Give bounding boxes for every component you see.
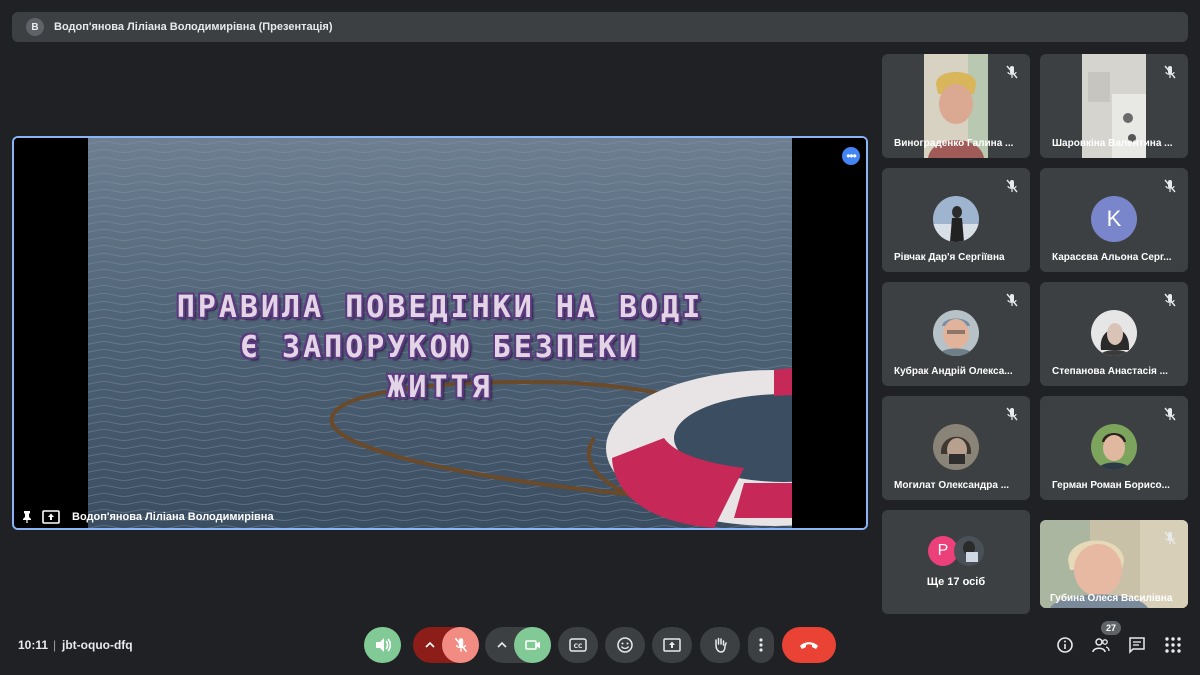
presentation-bar: В Водоп'янова Ліліана Володимирівна (Пре… (12, 12, 1188, 42)
participant-avatar (1091, 424, 1137, 470)
mic-off-icon (454, 637, 467, 653)
participant-tile[interactable]: Герман Роман Борисо... (1040, 396, 1188, 500)
participant-tile[interactable]: Шаровкіна Валентина ... (1040, 54, 1188, 158)
more-vertical-icon (759, 638, 763, 652)
avatar-letter: K (1106, 206, 1122, 231)
self-tile[interactable]: Губина Олеся Василівна (1040, 520, 1188, 608)
participant-name: Винограденко Галина ... (894, 138, 1014, 149)
end-call-button[interactable] (782, 627, 836, 663)
slide-line-3: ЖИТТЯ (387, 370, 493, 405)
meeting-code: jbt-oquo-dfq (62, 638, 133, 652)
chevron-up-icon[interactable] (425, 640, 435, 650)
participant-avatar (933, 424, 979, 470)
mic-group (413, 627, 479, 663)
mic-off-icon (1164, 65, 1176, 79)
raise-hand-button[interactable] (700, 627, 740, 663)
presenter-avatar: В (26, 18, 44, 36)
speaker-button[interactable] (364, 627, 401, 663)
hang-up-icon (800, 642, 818, 649)
participant-avatar (933, 310, 979, 356)
participant-name: Герман Роман Борисо... (1052, 480, 1170, 491)
reactions-button[interactable] (605, 627, 645, 663)
participant-tile[interactable]: Могилат Олександра ... (882, 396, 1030, 500)
mic-off-icon (1164, 407, 1176, 421)
participant-avatar: K (1091, 196, 1137, 242)
emoji-icon (617, 637, 633, 653)
more-avatar-photo (954, 536, 984, 566)
video-camera-icon (524, 640, 540, 650)
participant-tile[interactable]: Винограденко Галина ... (882, 54, 1030, 158)
participant-avatar (933, 196, 979, 242)
participant-tile[interactable]: Рівчак Дар'я Сергіївна (882, 168, 1030, 272)
svg-text:CC: CC (574, 643, 583, 650)
presentation-tile[interactable]: ПРАВИЛА ПОВЕДІНКИ НА ВОДІ Є ЗАПОРУКОЮ БЕ… (12, 136, 868, 530)
clock: 10:11 (18, 638, 49, 652)
separator: | (53, 638, 57, 652)
self-name: Губина Олеся Василівна (1050, 593, 1173, 604)
present-screen-icon (663, 638, 681, 652)
pin-icon[interactable] (20, 510, 34, 524)
participant-tile[interactable]: Кубрак Андрій Олекса... (882, 282, 1030, 386)
more-participants-label: Ще 17 осіб (926, 576, 986, 588)
mic-off-icon (1164, 293, 1176, 307)
participant-avatar (1091, 310, 1137, 356)
camera-button[interactable] (514, 627, 551, 663)
participant-name: Могилат Олександра ... (894, 480, 1010, 491)
participant-tile[interactable]: Степанова Анастасія ... (1040, 282, 1188, 386)
participant-tile[interactable]: K Карасєва Альона Серг... (1040, 168, 1188, 272)
chat-icon[interactable] (1128, 636, 1146, 654)
presentation-title: Водоп'янова Ліліана Володимирівна (Презе… (54, 21, 333, 33)
captions-icon: CC (569, 638, 587, 652)
slide-line-1: ПРАВИЛА ПОВЕДІНКИ НА ВОДІ (176, 290, 704, 325)
mic-button[interactable] (442, 627, 479, 663)
presenter-name: Водоп'янова Ліліана Володимирівна (72, 511, 274, 523)
captions-button[interactable]: CC (558, 627, 598, 663)
participant-name: Кубрак Андрій Олекса... (894, 366, 1013, 377)
presenter-label-row: Водоп'янова Ліліана Володимирівна (20, 510, 274, 524)
activities-grid-icon[interactable] (1164, 636, 1182, 654)
slide-line-2: Є ЗАПОРУКОЮ БЕЗПЕКИ (239, 330, 641, 365)
mic-off-icon (1006, 407, 1018, 421)
people-icon[interactable] (1092, 636, 1110, 654)
chevron-up-icon[interactable] (497, 640, 507, 650)
bottom-toolbar: 10:11 | jbt-oquo-dfq CC 27 (0, 618, 1200, 675)
mic-off-icon (1164, 531, 1176, 545)
mic-off-icon (1006, 293, 1018, 307)
present-screen-icon (42, 510, 60, 524)
hand-icon (715, 637, 727, 653)
info-icon[interactable] (1056, 636, 1074, 654)
more-participants-tile[interactable]: Р Ще 17 осіб (882, 510, 1030, 614)
participant-name: Степанова Анастасія ... (1052, 366, 1168, 377)
participant-name: Рівчак Дар'я Сергіївна (894, 252, 1005, 263)
mic-off-icon (1006, 179, 1018, 193)
more-options-button[interactable] (748, 627, 774, 663)
participant-name: Шаровкіна Валентина ... (1052, 138, 1173, 149)
slide-heading: ПРАВИЛА ПОВЕДІНКИ НА ВОДІ Є ЗАПОРУКОЮ БЕ… (90, 288, 790, 408)
mic-off-icon (1006, 65, 1018, 79)
camera-group (485, 627, 551, 663)
participant-count-badge: 27 (1101, 621, 1121, 635)
participant-name: Карасєва Альона Серг... (1052, 252, 1172, 263)
mic-off-icon (1164, 179, 1176, 193)
present-button[interactable] (652, 627, 692, 663)
more-options-icon[interactable]: ••• (842, 147, 860, 165)
volume-icon (375, 638, 391, 652)
